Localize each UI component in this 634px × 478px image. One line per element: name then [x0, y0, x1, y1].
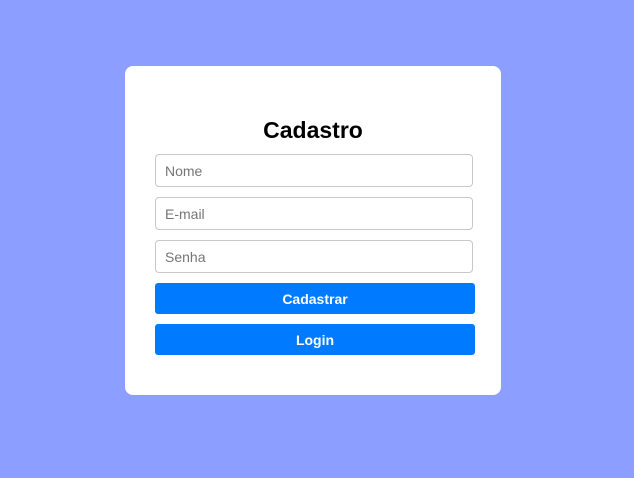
register-card: Cadastro Cadastrar Login [125, 66, 501, 395]
name-input[interactable] [155, 154, 473, 187]
login-button[interactable]: Login [155, 324, 475, 355]
register-button[interactable]: Cadastrar [155, 283, 475, 314]
form-title: Cadastro [263, 117, 363, 143]
password-input[interactable] [155, 240, 473, 273]
email-input[interactable] [155, 197, 473, 230]
